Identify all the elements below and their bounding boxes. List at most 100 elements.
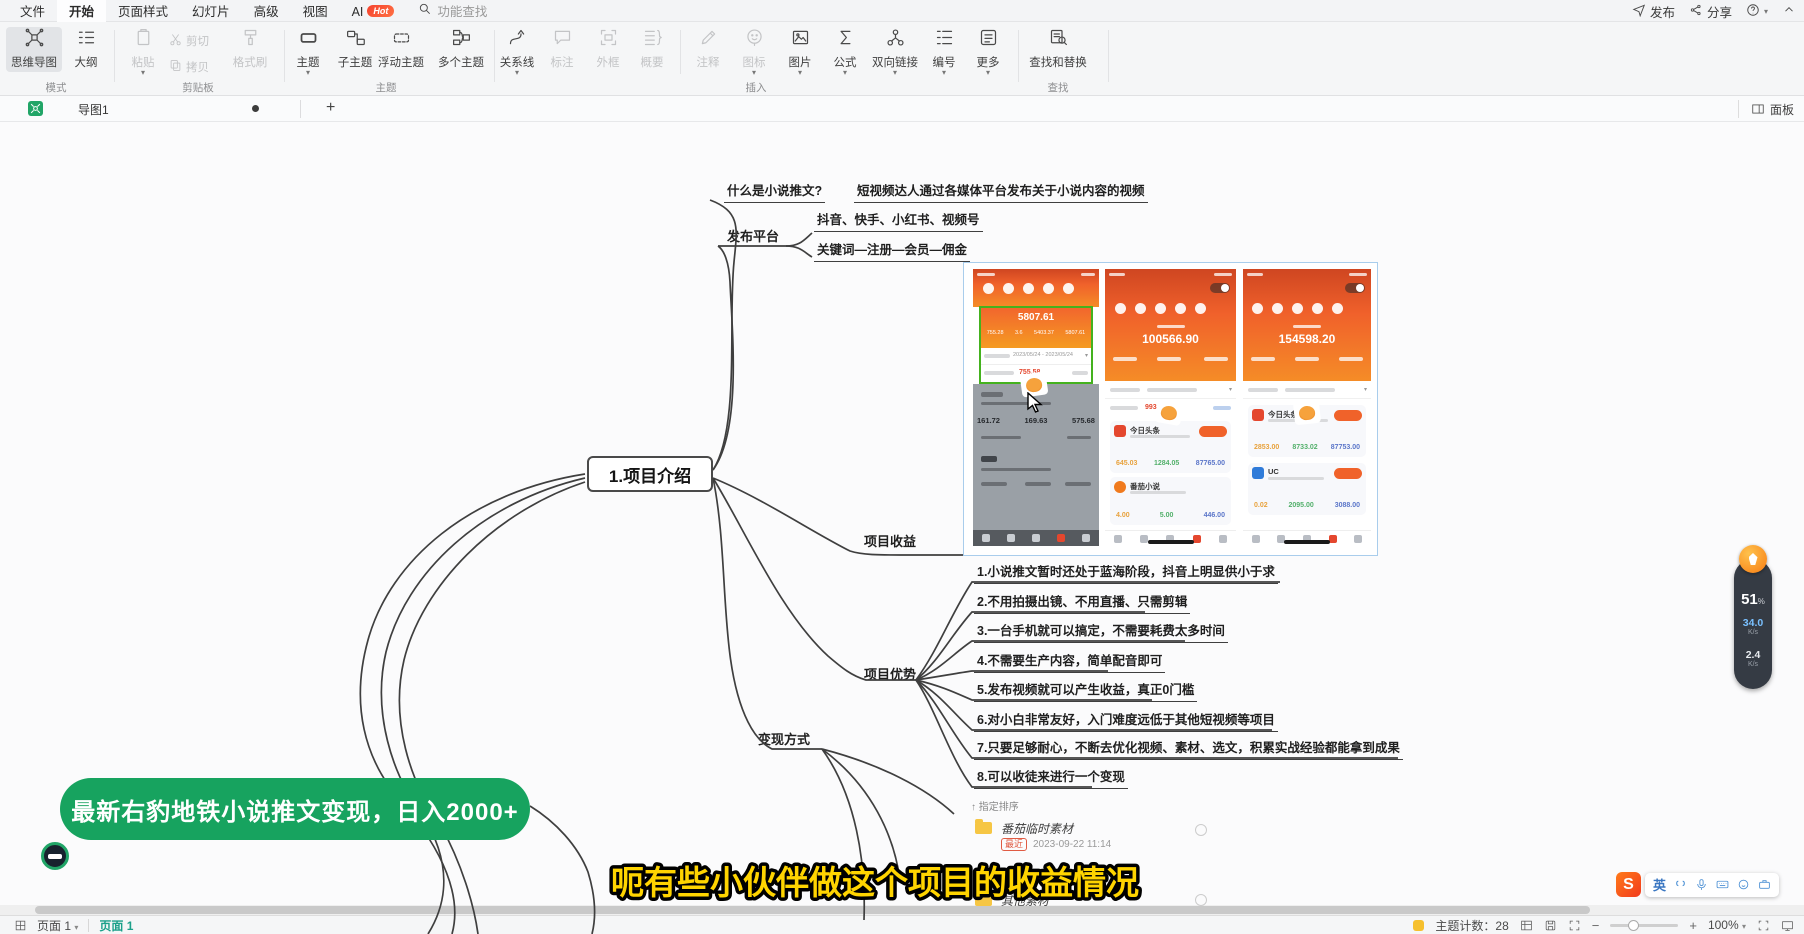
emoji-icon[interactable] bbox=[1737, 878, 1750, 891]
node-advantage-2[interactable]: 2.不用拍摄出镜、不用直播、只需剪辑 bbox=[974, 591, 1190, 614]
select-circle[interactable] bbox=[1195, 824, 1207, 836]
share-button[interactable]: 分享 bbox=[1689, 2, 1732, 21]
sheet-tab[interactable]: 导图1 bbox=[78, 101, 109, 118]
relation-line-button[interactable]: 关系线 ▾ bbox=[492, 27, 542, 76]
node-advantage-4[interactable]: 4.不需要生产内容，简单配音即可 bbox=[974, 650, 1165, 673]
chevron-down-icon: ▾ bbox=[492, 70, 542, 76]
fullscreen-icon[interactable] bbox=[1757, 919, 1770, 932]
page-dropdown[interactable]: 页面 1 ▾ bbox=[37, 917, 78, 934]
outline-mode-button[interactable]: 大纲 bbox=[62, 27, 110, 70]
node-platform-flow[interactable]: 关键词—注册—会员—佣金 bbox=[814, 239, 970, 262]
mindmap-mode-button[interactable]: 思维导图 bbox=[6, 27, 62, 72]
help-button[interactable]: ▾ bbox=[1746, 3, 1768, 20]
outer-frame-button[interactable]: 外框 bbox=[586, 27, 630, 70]
node-advantage[interactable]: 项目优势 bbox=[864, 664, 916, 683]
formula-button[interactable]: 公式 ▾ bbox=[823, 27, 867, 76]
fit-screen-icon[interactable] bbox=[1568, 919, 1581, 932]
assistant-avatar[interactable] bbox=[41, 842, 69, 870]
zoom-level[interactable]: 100% ▾ bbox=[1708, 918, 1746, 932]
sogou-logo-icon[interactable]: S bbox=[1616, 872, 1641, 897]
ime-toolbar[interactable]: S 英 bbox=[1616, 872, 1779, 897]
withdraw-button bbox=[1199, 426, 1227, 437]
format-painter-button[interactable]: 格式刷 bbox=[222, 27, 278, 70]
chevron-down-icon: ▾ bbox=[922, 70, 966, 76]
zoom-in-button[interactable]: + bbox=[1689, 918, 1697, 933]
group-label-mode: 模式 bbox=[46, 80, 67, 95]
bidirectional-link-button[interactable]: 双向链接 ▾ bbox=[866, 27, 924, 76]
layout-view-icon[interactable] bbox=[1520, 919, 1533, 932]
speed-monitor-widget[interactable]: 51% 34.0 K/s 2.4 K/s bbox=[1733, 545, 1773, 690]
chevron-down-icon: ▾ bbox=[866, 70, 924, 76]
hot-badge: Hot bbox=[367, 5, 394, 17]
comment-button[interactable]: 注释 bbox=[686, 27, 730, 70]
tab-view[interactable]: 视图 bbox=[291, 0, 340, 22]
node-what-desc[interactable]: 短视频达人通过各媒体平台发布关于小说内容的视频 bbox=[854, 180, 1148, 203]
active-page-tab[interactable]: 页面 1 bbox=[99, 917, 133, 934]
node-root[interactable]: 最新右豹地铁小说推文变现，日入2000+ bbox=[60, 778, 530, 840]
scissors-icon bbox=[168, 32, 183, 50]
folder-row[interactable]: 番茄临时素材 bbox=[1001, 820, 1073, 837]
keyboard-icon[interactable] bbox=[1716, 878, 1729, 891]
save-view-icon[interactable] bbox=[1544, 919, 1557, 932]
horizontal-scrollbar[interactable] bbox=[0, 905, 1804, 915]
tab-advanced[interactable]: 高级 bbox=[242, 0, 291, 22]
summary-button[interactable]: 概要 bbox=[630, 27, 674, 70]
scrollbar-thumb[interactable] bbox=[35, 906, 1590, 914]
group-label-insert: 插入 bbox=[746, 80, 767, 95]
node-platform[interactable]: 发布平台 bbox=[727, 226, 779, 245]
node-monetize[interactable]: 变现方式 bbox=[758, 729, 810, 748]
copy-button[interactable]: 拷贝 bbox=[168, 58, 209, 76]
topic-count-icon bbox=[1413, 920, 1424, 931]
group-label-clipboard: 剪贴板 bbox=[182, 80, 214, 95]
presentation-icon[interactable] bbox=[1781, 919, 1794, 932]
find-replace-button[interactable]: 查找和替换 bbox=[1022, 27, 1094, 70]
node-income[interactable]: 项目收益 bbox=[864, 531, 916, 550]
select-circle[interactable] bbox=[1195, 894, 1207, 906]
mindmap-app-window: 文件 开始 页面样式 幻灯片 高级 视图 AI Hot 功能查找 发布 分享 ▾ bbox=[0, 0, 1804, 934]
collapse-ribbon-icon[interactable] bbox=[1782, 3, 1796, 20]
node-advantage-1[interactable]: 1.小说推文暂时还处于蓝海阶段，抖音上明显供小于求 bbox=[974, 561, 1278, 584]
mindmap-icon bbox=[24, 35, 45, 52]
publish-button[interactable]: 发布 bbox=[1632, 2, 1675, 21]
insert-icon-button[interactable]: 图标 ▾ bbox=[732, 27, 776, 76]
topic-button[interactable]: 主题 ▾ bbox=[286, 27, 330, 76]
node-center[interactable]: 1.项目介绍 bbox=[587, 456, 713, 492]
multi-topic-button[interactable]: 多个主题 bbox=[432, 27, 490, 70]
zoom-slider[interactable] bbox=[1610, 924, 1678, 927]
zoom-slider-knob[interactable] bbox=[1628, 920, 1639, 931]
node-advantage-7[interactable]: 7.只要足够耐心，不断去优化视频、素材、选文，积累实战经验都能拿到成果 bbox=[974, 737, 1403, 760]
zoom-out-button[interactable]: − bbox=[1592, 918, 1600, 933]
callout-button[interactable]: 标注 bbox=[540, 27, 584, 70]
node-advantage-5[interactable]: 5.发布视频就可以产生收益，真正0门槛 bbox=[974, 679, 1197, 702]
node-advantage-8[interactable]: 8.可以收徒来进行一个变现 bbox=[974, 766, 1128, 789]
node-platform-apps[interactable]: 抖音、快手、小红书、视频号 bbox=[814, 209, 983, 232]
tiger-sticker-icon bbox=[1293, 400, 1321, 426]
add-sheet-button[interactable]: + bbox=[326, 99, 335, 117]
tab-ai[interactable]: AI bbox=[340, 0, 366, 22]
folder-row[interactable]: 其他素材 bbox=[1001, 892, 1049, 909]
page-overview-icon[interactable] bbox=[14, 919, 27, 932]
toolbox-icon[interactable] bbox=[1758, 878, 1771, 891]
node-what-is[interactable]: 什么是小说推文? bbox=[724, 180, 825, 203]
sort-dropdown[interactable]: ↑ 指定排序 bbox=[971, 798, 1019, 813]
microphone-icon[interactable] bbox=[1695, 878, 1708, 891]
insert-image-button[interactable]: 图片 ▾ bbox=[778, 27, 822, 76]
panel-toggle[interactable]: 面板 bbox=[1738, 100, 1794, 118]
brush-icon bbox=[240, 35, 261, 52]
floating-topic-button[interactable]: 浮动主题 bbox=[372, 27, 430, 70]
more-button[interactable]: 更多 ▾ bbox=[966, 27, 1010, 76]
tab-file[interactable]: 文件 bbox=[8, 0, 57, 22]
punctuation-icon[interactable] bbox=[1674, 878, 1687, 891]
node-advantage-3[interactable]: 3.一台手机就可以搞定，不需要耗费太多时间 bbox=[974, 620, 1228, 643]
tab-home[interactable]: 开始 bbox=[57, 0, 106, 22]
node-advantage-6[interactable]: 6.对小白非常友好，入门难度远低于其他短视频等项目 bbox=[974, 709, 1278, 732]
paste-button[interactable]: 粘贴 ▾ bbox=[120, 27, 166, 76]
numbering-button[interactable]: 编号 ▾ bbox=[922, 27, 966, 76]
feature-search[interactable]: 功能查找 bbox=[418, 1, 487, 20]
ime-language-toggle[interactable]: 英 bbox=[1653, 875, 1666, 894]
status-bar: 页面 1 ▾ 页面 1 主题计数：28 − + 100% ▾ bbox=[0, 915, 1804, 934]
cut-button[interactable]: 剪切 bbox=[168, 32, 209, 50]
tab-page-style[interactable]: 页面样式 bbox=[106, 0, 180, 22]
summary-icon bbox=[642, 35, 663, 52]
tab-slides[interactable]: 幻灯片 bbox=[180, 0, 242, 22]
